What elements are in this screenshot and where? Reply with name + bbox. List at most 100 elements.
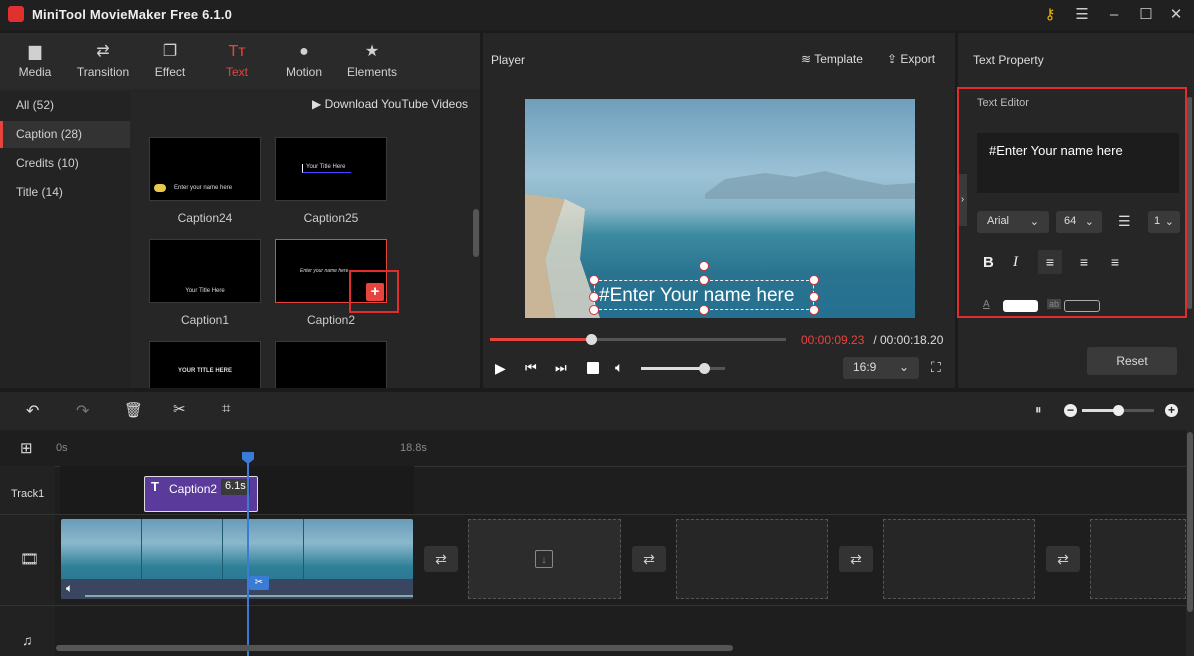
transition-swap-icon[interactable]: ⇄ xyxy=(1046,546,1080,572)
delete-icon[interactable]: 🗑︎ xyxy=(124,401,143,419)
rotate-handle[interactable] xyxy=(699,261,709,271)
font-color-swatch[interactable] xyxy=(1003,300,1038,312)
line-spacing-icon: ☰ xyxy=(1118,213,1131,229)
progress-knob[interactable] xyxy=(585,334,597,345)
transition-icon: ⇄ xyxy=(96,43,110,60)
empty-slot[interactable] xyxy=(1090,519,1186,599)
add-track-icon[interactable]: ⊞ xyxy=(20,439,33,457)
caption-clip[interactable]: T Caption2 6.1s xyxy=(144,476,258,512)
maximize-button[interactable]: ☐ xyxy=(1136,5,1156,25)
thumb-caption25[interactable]: Your Title Here xyxy=(275,137,387,201)
align-center-icon[interactable]: ≡ xyxy=(1072,250,1096,274)
thumb-caption1[interactable]: Your Title Here xyxy=(149,239,261,303)
prev-frame-icon[interactable]: ⏮ xyxy=(525,360,537,376)
reset-button[interactable]: Reset xyxy=(1087,347,1177,375)
nav-elements[interactable]: ★ Elements xyxy=(337,41,407,85)
resize-handle[interactable] xyxy=(589,275,599,285)
resize-handle[interactable] xyxy=(809,275,819,285)
fullscreen-icon[interactable]: ⛶ xyxy=(931,359,941,376)
download-youtube-link[interactable]: ▶ Download YouTube Videos xyxy=(312,97,468,111)
stop-icon[interactable] xyxy=(587,362,599,374)
clip-volume-icon[interactable]: 🔈︎ xyxy=(66,581,73,596)
empty-slot-active[interactable]: ↓ xyxy=(468,519,621,599)
resize-handle[interactable] xyxy=(699,275,709,285)
progress-track[interactable] xyxy=(490,338,786,341)
category-title[interactable]: Title (14) xyxy=(0,179,130,206)
library-scrollbar[interactable] xyxy=(473,209,479,257)
zoom-knob[interactable] xyxy=(1113,405,1124,416)
size-select[interactable]: 64 ⌄ xyxy=(1056,211,1102,233)
empty-slot[interactable] xyxy=(676,519,828,599)
resize-handle[interactable] xyxy=(589,305,599,315)
track-label: Track1 xyxy=(11,488,45,500)
frame-divider xyxy=(141,519,142,579)
line-spacing-select[interactable]: 1 ⌄ xyxy=(1148,211,1180,233)
font-select[interactable]: Arial ⌄ xyxy=(977,211,1049,233)
highlight-box xyxy=(957,87,1187,318)
frame-divider xyxy=(222,519,223,579)
playhead-handle[interactable] xyxy=(242,452,254,464)
progress-fill xyxy=(490,338,591,341)
audio-line xyxy=(85,595,413,597)
nav-media[interactable]: ▆ Media xyxy=(0,41,70,85)
time-start: 0s xyxy=(56,442,68,454)
transition-swap-icon[interactable]: ⇄ xyxy=(632,546,666,572)
play-icon[interactable]: ▶ xyxy=(495,360,506,377)
nav-text[interactable]: Tт Text xyxy=(202,41,272,85)
thumb-caption24[interactable]: Enter your name here xyxy=(149,137,261,201)
nav-transition[interactable]: ⇄ Transition xyxy=(68,41,138,85)
volume-knob[interactable] xyxy=(699,363,710,374)
thumb-caption-more[interactable]: YOUR TITLE HERE xyxy=(149,341,261,388)
nav-effect[interactable]: ❐ Effect xyxy=(135,41,205,85)
export-button[interactable]: ⇪ Export xyxy=(887,52,935,66)
close-button[interactable]: ✕ xyxy=(1166,5,1186,25)
nav-motion[interactable]: ● Motion xyxy=(269,41,339,85)
next-frame-icon[interactable]: ⏭ xyxy=(555,360,567,376)
resize-handle[interactable] xyxy=(809,305,819,315)
aspect-select[interactable]: 16:9 ⌄ xyxy=(843,357,919,379)
add-caption-button[interactable]: + xyxy=(366,283,384,301)
thumb-label: Caption25 xyxy=(303,211,359,225)
thumb-caption-more-2[interactable] xyxy=(275,341,387,388)
category-caption[interactable]: Caption (28) xyxy=(0,121,130,148)
undo-icon[interactable]: ↶ xyxy=(26,401,39,421)
align-right-icon[interactable]: ≡ xyxy=(1103,250,1127,274)
split-marker-icon[interactable]: ✂ xyxy=(249,576,269,590)
zoom-out-button[interactable]: − xyxy=(1064,404,1077,417)
property-scrollbar[interactable] xyxy=(1187,97,1192,309)
text-editor-input[interactable]: #Enter Your name here xyxy=(977,133,1179,193)
timeline-panel: ↶ ↷ 🗑︎ ✂ ⌗ ⏸ − + ⊞ 0s 18.8s Track1 T Cap… xyxy=(0,392,1194,656)
video-clip[interactable]: 🔈︎ xyxy=(61,519,413,599)
divider xyxy=(0,605,1186,606)
key-icon[interactable]: ⚷ xyxy=(1040,5,1060,25)
menu-icon[interactable]: ☰ xyxy=(1072,5,1092,25)
video-track-icon: 🎞︎ xyxy=(20,551,40,568)
playhead-line[interactable] xyxy=(247,454,249,656)
split-icon[interactable]: ✂ xyxy=(173,400,186,418)
fit-timeline-icon[interactable]: ⏸ xyxy=(1035,402,1042,418)
transition-swap-icon[interactable]: ⇄ xyxy=(424,546,458,572)
empty-slot[interactable] xyxy=(883,519,1035,599)
bold-button[interactable]: B xyxy=(983,254,994,271)
zoom-in-button[interactable]: + xyxy=(1165,404,1178,417)
horizontal-scrollbar[interactable] xyxy=(56,645,733,651)
resize-handle[interactable] xyxy=(589,292,599,302)
redo-icon[interactable]: ↷ xyxy=(76,401,89,421)
overlay-text[interactable]: #Enter Your name here xyxy=(599,285,794,307)
transition-swap-icon[interactable]: ⇄ xyxy=(839,546,873,572)
category-credits[interactable]: Credits (10) xyxy=(0,150,130,177)
minimize-button[interactable]: – xyxy=(1104,5,1124,25)
align-left-icon[interactable]: ≡ xyxy=(1038,250,1062,274)
video-preview[interactable]: #Enter Your name here xyxy=(525,99,915,318)
resize-handle[interactable] xyxy=(809,292,819,302)
text-icon: Tт xyxy=(228,43,246,60)
bg-color-swatch[interactable] xyxy=(1064,300,1100,312)
volume-icon[interactable]: 🔈︎ xyxy=(615,359,623,376)
crop-icon[interactable]: ⌗ xyxy=(222,400,230,417)
vertical-scrollbar[interactable] xyxy=(1187,432,1193,612)
italic-button[interactable]: I xyxy=(1013,254,1018,271)
resize-handle[interactable] xyxy=(699,305,709,315)
template-button[interactable]: ≋ Template xyxy=(801,52,863,66)
category-all[interactable]: All (52) xyxy=(0,92,130,119)
volume-track[interactable] xyxy=(641,367,725,370)
